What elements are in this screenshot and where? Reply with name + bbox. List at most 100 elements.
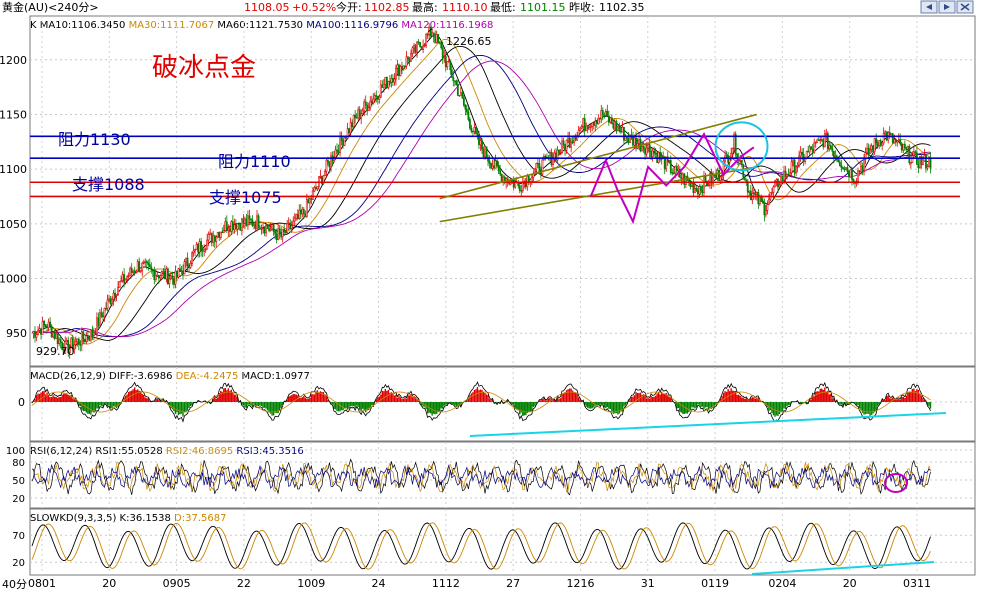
candle-body [250, 218, 252, 221]
candle-body [80, 331, 83, 346]
candle-body [926, 166, 929, 169]
legend-entry: DIFF:-3.6986 [106, 371, 173, 382]
candle-body [763, 202, 766, 216]
candle-body [437, 34, 440, 43]
candle-body [195, 243, 198, 250]
candle-body [698, 186, 701, 195]
candle-body [482, 148, 485, 158]
candle-body [475, 126, 477, 135]
candle-body [872, 145, 875, 153]
candle-body [719, 176, 722, 182]
candle-body [348, 128, 351, 134]
candle-body [675, 165, 678, 172]
candle-body [814, 142, 817, 144]
candle-body [126, 276, 129, 280]
candle-body [307, 199, 310, 204]
candle-body [731, 147, 734, 154]
candle-body [120, 280, 122, 283]
high-value: 1110.10 [442, 1, 488, 14]
candle-body [922, 158, 924, 165]
candle-body [79, 343, 82, 346]
candle-body [607, 115, 610, 123]
candle-body [102, 315, 104, 318]
candle-body [103, 307, 106, 318]
candle-body [334, 149, 337, 158]
resistance-1130-label: 阻力1130 [58, 130, 131, 149]
candle-body [154, 275, 157, 280]
candle-body [476, 133, 479, 136]
candle-body [692, 183, 695, 194]
candle-body [411, 47, 414, 54]
candle-body [393, 78, 396, 83]
candle-body [65, 340, 68, 343]
legend-entry: MA30:1111.7067 [125, 20, 214, 31]
candle-body [653, 150, 656, 154]
legend-entry: MACD(26,12,9) [30, 371, 106, 382]
candle-body [213, 235, 216, 242]
candle-body [215, 236, 218, 242]
legend-entry: SLOWKD(9,3,3,5) [30, 513, 116, 524]
candle-body [695, 188, 698, 191]
candle-body [366, 104, 369, 112]
candle-body [275, 233, 278, 240]
candle-body [764, 210, 767, 216]
candle-body [280, 233, 283, 238]
candle-body [567, 137, 569, 141]
candle-body [784, 170, 787, 177]
candle-body [440, 42, 443, 49]
candle-body [896, 140, 899, 143]
candle-body [182, 270, 184, 275]
candle-body [585, 125, 588, 132]
nav-prev-button[interactable] [920, 0, 938, 14]
candle-body [644, 148, 646, 155]
candle-body [38, 328, 41, 331]
candle-body [555, 152, 557, 161]
support-1088-label: 支撑1088 [72, 175, 145, 194]
candle-body [314, 187, 317, 190]
candle-body [345, 137, 347, 139]
candle-body [579, 127, 582, 131]
candle-body [360, 113, 363, 119]
candle-body [858, 170, 861, 173]
candle-body [444, 56, 447, 68]
candle-body [234, 224, 237, 230]
candle-body [388, 81, 391, 83]
candle-body [413, 44, 415, 49]
candle-body [426, 34, 429, 36]
close-button[interactable] [956, 0, 974, 14]
candle-body [573, 137, 576, 143]
candle-body [59, 339, 62, 343]
candle-body [728, 158, 731, 163]
candle-body [316, 186, 319, 190]
candle-body [271, 224, 274, 230]
candle-body [37, 330, 39, 335]
y-tick-label: 1000 [0, 273, 27, 286]
candle-body [441, 47, 444, 59]
legend-entry: K:36.1538 [116, 513, 170, 524]
candle-body [435, 34, 438, 43]
candle-body [290, 225, 293, 229]
candle-body [849, 169, 852, 178]
candle-body [88, 338, 91, 341]
candle-body [136, 261, 139, 272]
candle-body [595, 120, 598, 125]
candle-body [351, 122, 354, 128]
candle-body [912, 151, 915, 156]
candle-body [135, 270, 138, 273]
candle-body [446, 61, 449, 68]
candle-body [817, 139, 820, 142]
candle-body [588, 127, 591, 130]
candle-body [55, 333, 58, 339]
candle-body [449, 60, 452, 71]
candle-body [905, 147, 908, 150]
candle-body [174, 270, 177, 285]
candle-body [820, 139, 823, 141]
candle-body [32, 331, 35, 334]
candle-body [337, 150, 340, 154]
candle-body [74, 341, 77, 345]
low-price-label: 929.70 [36, 345, 75, 358]
candle-body [594, 120, 597, 126]
candle-body [410, 53, 412, 62]
candle-body [668, 160, 671, 162]
nav-next-button[interactable] [938, 0, 956, 14]
